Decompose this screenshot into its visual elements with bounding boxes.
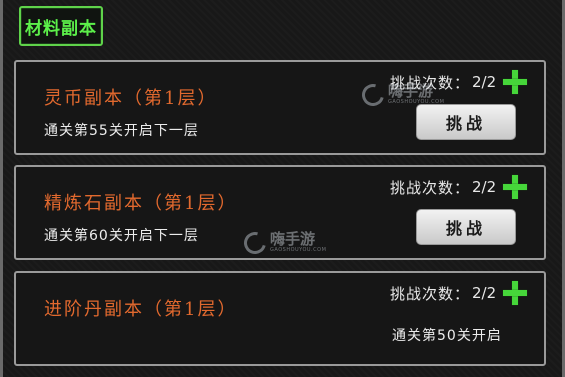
- challenge-count-label: 挑战次数：: [390, 178, 471, 197]
- dungeon-name: 精炼石副本（第1层）: [44, 193, 238, 214]
- unlock-condition: 通关第55关开启下一层: [44, 123, 199, 139]
- challenge-count-label: 挑战次数：: [390, 73, 471, 92]
- dungeon-screen: 材料副本 灵币副本（第1层） 通关第55关开启下一层 挑战次数： 2/2 挑战 …: [0, 0, 565, 377]
- challenge-count-value: 2/2: [472, 284, 497, 302]
- locked-condition-text: 通关第50关开启: [392, 328, 502, 344]
- unlock-condition: 通关第60关开启下一层: [44, 228, 199, 244]
- challenge-count-label: 挑战次数：: [390, 284, 471, 303]
- challenge-count-row: 挑战次数： 2/2: [390, 175, 528, 199]
- challenge-count-value: 2/2: [472, 73, 497, 91]
- dungeon-card-spirit-coin: 灵币副本（第1层） 通关第55关开启下一层 挑战次数： 2/2 挑战: [14, 60, 546, 155]
- dungeon-name: 灵币副本（第1层）: [44, 88, 218, 109]
- challenge-count-row: 挑战次数： 2/2: [390, 70, 528, 94]
- dungeon-card-refine-stone: 精炼石副本（第1层） 通关第60关开启下一层 挑战次数： 2/2 挑战: [14, 165, 546, 260]
- challenge-count-value: 2/2: [472, 178, 497, 196]
- tab-label: 材料副本: [25, 18, 97, 39]
- dungeon-card-advance-pill: 进阶丹副本（第1层） 挑战次数： 2/2 通关第50关开启: [14, 271, 546, 366]
- plus-icon[interactable]: [503, 175, 528, 199]
- plus-icon[interactable]: [503, 70, 528, 94]
- tab-material-dungeon[interactable]: 材料副本: [19, 6, 103, 46]
- plus-icon[interactable]: [503, 281, 528, 305]
- challenge-count-row: 挑战次数： 2/2: [390, 281, 528, 305]
- challenge-button[interactable]: 挑战: [416, 104, 516, 140]
- dungeon-name: 进阶丹副本（第1层）: [44, 299, 238, 320]
- challenge-button[interactable]: 挑战: [416, 209, 516, 245]
